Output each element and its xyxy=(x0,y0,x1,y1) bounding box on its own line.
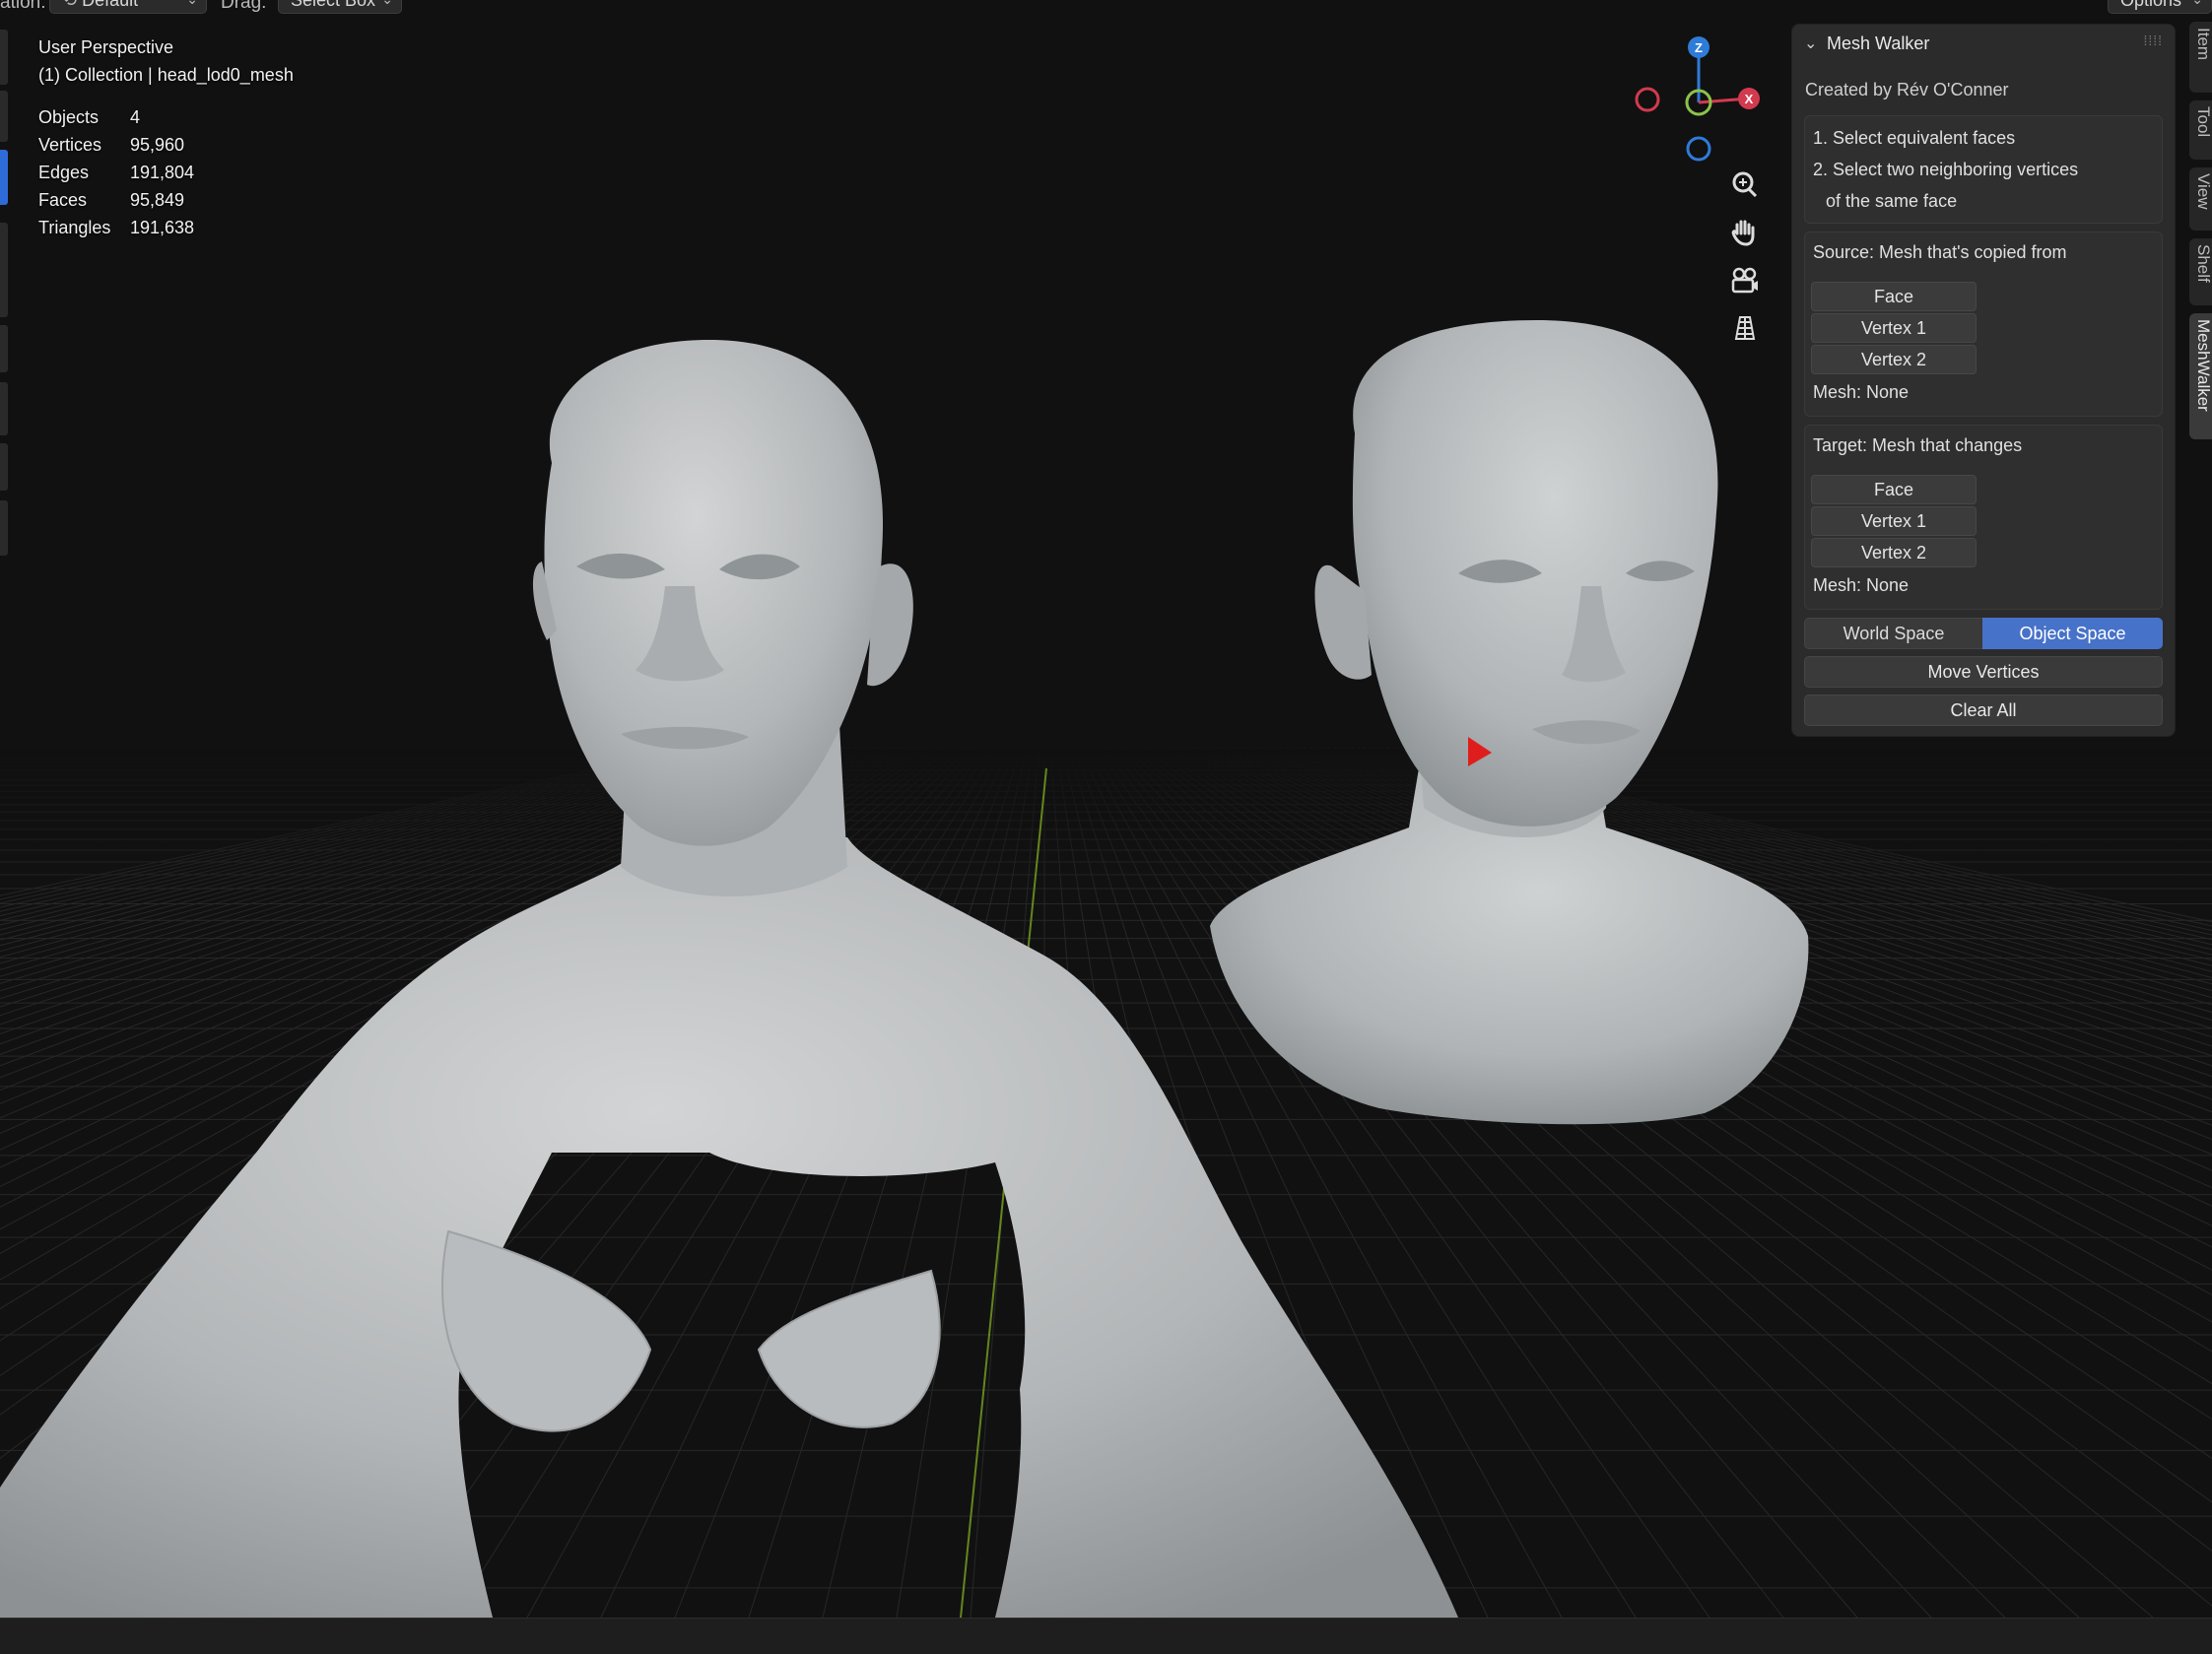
options-label: Options xyxy=(2120,0,2182,10)
tab-meshwalker[interactable]: MeshWalker xyxy=(2189,313,2212,439)
instruction-line: of the same face xyxy=(1826,191,1958,211)
source-title: Source: Mesh that's copied from xyxy=(1813,242,2067,262)
tab-tool[interactable]: Tool xyxy=(2189,100,2212,160)
view-name: User Perspective xyxy=(38,37,174,57)
header-bar: ation: ⟲ Default ⌄ Drag: Select Box ⌄ Opti… xyxy=(0,0,2212,14)
tab-label: Shelf xyxy=(2194,244,2212,283)
chevron-down-icon: ⌄ xyxy=(381,0,393,10)
tab-label: View xyxy=(2194,173,2212,210)
viewport-info: User Perspective (1) Collection | head_l… xyxy=(38,33,294,89)
drag-label: Drag: xyxy=(221,0,267,13)
world-space-toggle[interactable]: World Space xyxy=(1804,618,1983,649)
object-space-toggle[interactable]: Object Space xyxy=(1982,618,2163,649)
toolbar-tool-slot[interactable] xyxy=(0,325,8,372)
stat-row: Faces 95,849 xyxy=(38,186,194,214)
panel-header[interactable]: ⌄ Mesh Walker ⁞⁞⁞⁞ xyxy=(1792,25,2175,64)
scene-statistics: Objects 4 Vertices 95,960 Edges 191,804 Fac… xyxy=(38,103,194,241)
instruction-line: 1. Select equivalent faces xyxy=(1813,128,2016,148)
orientation-icon: ⟲ xyxy=(62,0,83,10)
orientation-label: ation: xyxy=(0,0,46,13)
instruction-line: 2. Select two neighboring vertices xyxy=(1813,160,2079,179)
source-vertex1-button[interactable]: Vertex 1 xyxy=(1811,313,1977,343)
gizmo-z-label: Z xyxy=(1695,40,1703,55)
stat-value: 95,960 xyxy=(130,135,185,155)
source-vertex2-button[interactable]: Vertex 2 xyxy=(1811,345,1977,374)
target-vertex2-button[interactable]: Vertex 2 xyxy=(1811,538,1977,567)
mesh-walker-panel: ⌄ Mesh Walker ⁞⁞⁞⁞ Created by Rév O'Conn… xyxy=(1791,24,2176,737)
target-vertex1-button[interactable]: Vertex 1 xyxy=(1811,506,1977,536)
toolbar-tool-active[interactable] xyxy=(0,150,8,205)
status-bar xyxy=(0,1618,2212,1654)
chevron-down-icon[interactable]: ⌄ xyxy=(1804,33,1817,53)
drag-handle-icon[interactable]: ⁞⁞⁞⁞ xyxy=(2143,33,2163,48)
stat-label: Objects xyxy=(38,107,100,127)
stat-label: Faces xyxy=(38,190,88,210)
target-mesh-label: Mesh: None xyxy=(1813,575,1910,595)
toolbar-tool-slot[interactable] xyxy=(0,382,8,435)
tab-label: MeshWalker xyxy=(2194,319,2212,412)
toolbar-tool-slot[interactable] xyxy=(0,223,8,317)
stat-row: Objects 4 xyxy=(38,103,194,131)
stat-label: Vertices xyxy=(38,135,102,155)
credit-text: Created by Rév O'Conner xyxy=(1805,80,2009,99)
stat-value: 95,849 xyxy=(130,190,185,210)
drag-dropdown[interactable]: Select Box ⌄ xyxy=(278,0,402,14)
hand-pan-icon[interactable] xyxy=(1724,212,1766,253)
camera-icon[interactable] xyxy=(1724,260,1766,301)
stat-row: Triangles 191,638 xyxy=(38,214,194,241)
toolbar-tool-slot[interactable] xyxy=(0,91,8,142)
move-vertices-button[interactable]: Move Vertices xyxy=(1804,656,2163,688)
zoom-icon[interactable] xyxy=(1724,165,1766,206)
tab-label: Item xyxy=(2194,28,2212,61)
stat-label: Triangles xyxy=(38,218,111,237)
grid-perspective-icon[interactable] xyxy=(1724,307,1766,349)
stat-value: 191,804 xyxy=(130,163,195,182)
source-mesh-label: Mesh: None xyxy=(1813,382,1910,402)
toolbar-tool-slot[interactable] xyxy=(0,500,8,556)
stat-row: Edges 191,804 xyxy=(38,159,194,186)
stat-label: Edges xyxy=(38,163,90,182)
tab-label: Tool xyxy=(2194,106,2212,138)
tab-view[interactable]: View xyxy=(2189,167,2212,231)
target-title: Target: Mesh that changes xyxy=(1813,435,2023,455)
chevron-down-icon: ⌄ xyxy=(186,0,198,10)
drag-value: Select Box xyxy=(291,0,376,10)
target-face-button[interactable]: Face xyxy=(1811,475,1977,504)
options-dropdown[interactable]: Options ⌄ xyxy=(2108,0,2212,14)
source-face-button[interactable]: Face xyxy=(1811,282,1977,311)
orientation-value: Default xyxy=(82,0,139,10)
chevron-down-icon: ⌄ xyxy=(2191,0,2203,10)
source-box: Source: Mesh that's copied from Face Ver… xyxy=(1804,232,2163,417)
stat-value: 4 xyxy=(130,107,141,127)
orientation-dropdown[interactable]: ⟲ Default ⌄ xyxy=(49,0,207,14)
tab-item[interactable]: Item xyxy=(2189,22,2212,93)
stat-value: 191,638 xyxy=(130,218,195,237)
stat-row: Vertices 95,960 xyxy=(38,131,194,159)
clear-all-button[interactable]: Clear All xyxy=(1804,695,2163,726)
target-box: Target: Mesh that changes Face Vertex 1 … xyxy=(1804,425,2163,610)
panel-title: Mesh Walker xyxy=(1827,33,1930,53)
toolbar-tool-slot[interactable] xyxy=(0,30,8,85)
tab-shelf[interactable]: Shelf xyxy=(2189,238,2212,305)
gizmo-x-label: X xyxy=(1745,92,1754,106)
collection-line: (1) Collection | head_lod0_mesh xyxy=(38,65,294,85)
instructions-box: 1. Select equivalent faces 2. Select two… xyxy=(1804,115,2163,224)
toolbar-tool-slot[interactable] xyxy=(0,443,8,491)
